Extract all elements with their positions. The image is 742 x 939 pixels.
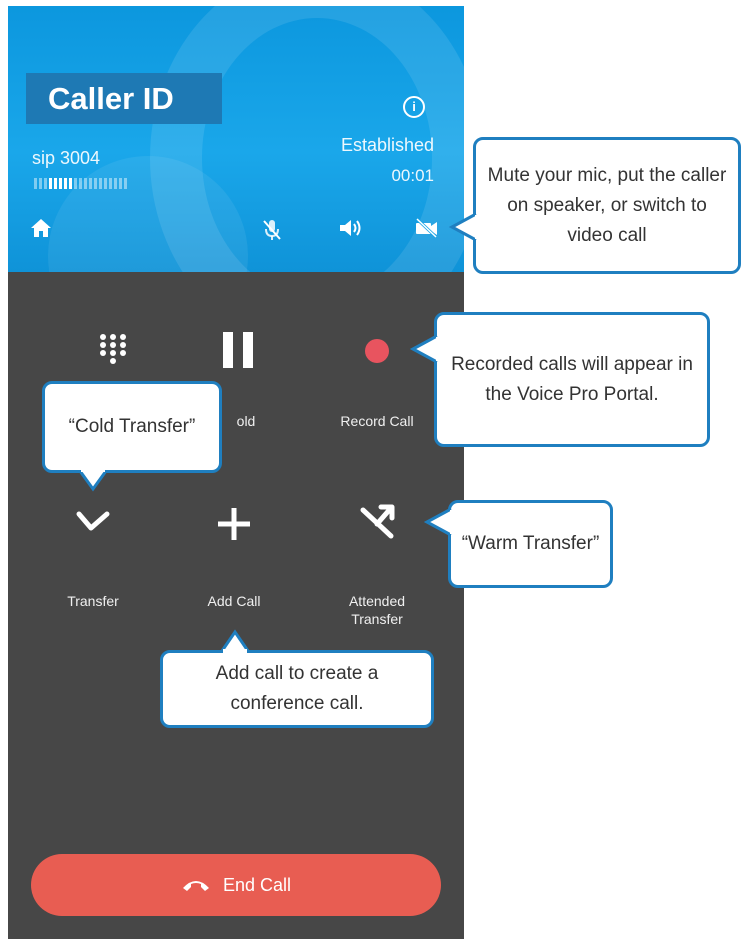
call-timer: 00:01	[391, 166, 434, 185]
record-call-label: Record Call	[340, 413, 414, 429]
callout-media-controls-text: Mute your mic, put the caller on speaker…	[487, 164, 727, 246]
callout-add-call-text: Add call to create a conference call.	[215, 663, 379, 714]
attended-transfer-button[interactable]: Attended Transfer	[322, 502, 432, 632]
info-icon[interactable]: i	[403, 96, 425, 118]
transfer-icon	[76, 511, 110, 531]
record-icon	[365, 339, 389, 363]
callout-cold-transfer: “Cold Transfer”	[42, 381, 222, 473]
callout-cold-transfer-text: “Cold Transfer”	[68, 416, 196, 437]
callout-pointer	[78, 468, 108, 492]
caller-id: Caller ID	[26, 73, 222, 124]
callout-pointer	[410, 334, 440, 364]
callout-pointer	[449, 212, 479, 242]
callout-record: Recorded calls will appear in the Voice …	[434, 312, 710, 447]
end-call-button[interactable]: End Call	[31, 854, 441, 916]
phone-hangup-icon	[182, 881, 209, 891]
add-call-label: Add Call	[207, 593, 261, 609]
attended-transfer-icon	[360, 504, 395, 539]
speaker-icon[interactable]	[338, 218, 362, 238]
callout-media-controls: Mute your mic, put the caller on speaker…	[473, 137, 741, 274]
attended-transfer-label: Attended Transfer	[348, 593, 406, 627]
callout-add-call: Add call to create a conference call.	[160, 650, 434, 728]
plus-icon	[218, 508, 250, 540]
callout-record-text: Recorded calls will appear in the Voice …	[451, 353, 693, 405]
video-off-icon[interactable]	[414, 218, 440, 238]
sip-address: sip 3004	[32, 148, 101, 168]
mic-off-icon[interactable]	[261, 218, 283, 242]
audio-level-meter	[34, 178, 127, 189]
pause-icon	[223, 332, 253, 368]
add-call-button[interactable]: Add Call	[178, 502, 290, 612]
callout-pointer	[220, 629, 250, 653]
callout-pointer	[424, 507, 454, 537]
call-status: Established	[340, 135, 434, 155]
end-call-label: End Call	[222, 874, 292, 895]
callout-warm-transfer-text: “Warm Transfer”	[461, 533, 600, 554]
call-header: Caller ID i sip 3004 Established 00:01	[8, 6, 464, 272]
callout-warm-transfer: “Warm Transfer”	[448, 500, 613, 588]
keypad-icon	[100, 334, 126, 364]
transfer-button[interactable]: Transfer	[38, 502, 148, 612]
transfer-label: Transfer	[67, 593, 119, 609]
home-icon[interactable]	[30, 218, 52, 238]
